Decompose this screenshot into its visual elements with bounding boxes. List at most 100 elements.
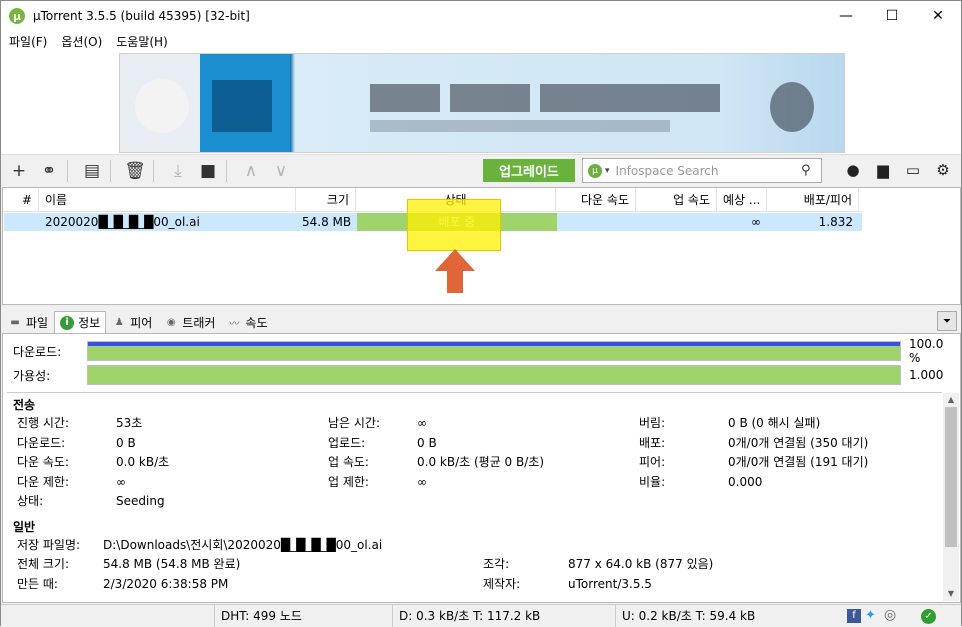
tab-trackers[interactable]: ◉ 트래커 bbox=[158, 311, 221, 333]
downloaded-value: 0 B bbox=[116, 435, 136, 450]
menu-help[interactable]: 도움말(H) bbox=[116, 33, 168, 50]
tab-info[interactable]: i 정보 bbox=[54, 311, 107, 333]
remaining-label: 남은 시간: bbox=[328, 416, 381, 430]
move-down-icon[interactable]: ∨ bbox=[269, 159, 293, 183]
ulspeed-value: 0.0 kB/초 (평균 0 B/초) bbox=[417, 455, 545, 469]
col-number[interactable]: # bbox=[3, 188, 39, 212]
created-label: 만든 때: bbox=[17, 576, 58, 591]
status-label: 상태: bbox=[17, 494, 44, 508]
dlspeed-value: 0.0 kB/초 bbox=[116, 455, 170, 469]
utorrent-logo-icon: µ bbox=[9, 8, 25, 24]
torrent-ratio: 1.832 bbox=[818, 215, 853, 229]
chart-icon: 〰 bbox=[229, 318, 240, 330]
add-torrent-icon[interactable]: + bbox=[7, 159, 31, 183]
creator-value: uTorrent/3.5.5 bbox=[568, 576, 652, 591]
gear-icon[interactable]: ⚙ bbox=[931, 158, 955, 182]
pieces-value: 877 x 64.0 kB (877 있음) bbox=[568, 557, 714, 571]
folder-icon: ▬ bbox=[10, 316, 20, 328]
details-scrollbar[interactable]: ▲ ▼ bbox=[943, 393, 959, 601]
created-value: 2/3/2020 6:38:58 PM bbox=[103, 576, 229, 591]
twitter-icon[interactable]: ✦ bbox=[865, 608, 876, 623]
col-eta[interactable]: 예상 ... bbox=[717, 188, 767, 212]
dht-status: DHT: 499 노드 bbox=[214, 605, 392, 627]
availability-label: 가용성: bbox=[13, 368, 51, 383]
dlspeed-label: 다운 속도: bbox=[17, 455, 70, 469]
menu-bar: 파일(F) 옵션(O) 도움말(H) bbox=[1, 31, 961, 51]
path-value: D:\Downloads\전시회\2020020█_█_█_█00_ol.ai bbox=[103, 537, 383, 552]
menu-file[interactable]: 파일(F) bbox=[9, 33, 47, 50]
tab-files[interactable]: ▬ 파일 bbox=[2, 311, 54, 333]
col-up-speed[interactable]: 업 속도 bbox=[636, 188, 717, 212]
total-size-value: 54.8 MB (54.8 MB 완료) bbox=[103, 557, 241, 571]
highlight-box bbox=[407, 199, 501, 251]
search-input[interactable]: Infospace Search bbox=[616, 164, 801, 178]
dllimit-label: 다운 제한: bbox=[17, 474, 70, 489]
collapse-panel-button[interactable]: ⏷ bbox=[937, 311, 957, 331]
bulb-icon[interactable]: ● bbox=[841, 158, 865, 182]
network-ok-icon: ✓ bbox=[921, 609, 936, 624]
col-name[interactable]: 이름 bbox=[39, 188, 296, 212]
ratio-value: 0.000 bbox=[728, 474, 763, 489]
create-torrent-icon[interactable]: ▤ bbox=[80, 159, 104, 183]
title-bar: µ µTorrent 3.5.5 (build 45395) [32-bit] … bbox=[1, 1, 961, 31]
search-icon[interactable]: ⚲ bbox=[801, 163, 821, 178]
scroll-up-icon[interactable]: ▲ bbox=[943, 393, 959, 407]
torrent-name: 2020020█_█_█_█00_ol.ai bbox=[45, 215, 200, 229]
ulspeed-label: 업 속도: bbox=[328, 455, 369, 469]
download-bar bbox=[87, 341, 901, 361]
menu-options[interactable]: 옵션(O) bbox=[61, 33, 102, 50]
scroll-thumb[interactable] bbox=[945, 407, 957, 547]
app-window: µ µTorrent 3.5.5 (build 45395) [32-bit] … bbox=[0, 0, 962, 627]
availability-value: 1.000 bbox=[909, 368, 944, 382]
creator-label: 제작자: bbox=[483, 576, 521, 591]
search-box[interactable]: µ ▾ Infospace Search ⚲ bbox=[582, 158, 822, 183]
elapsed-value: 53초 bbox=[116, 416, 143, 430]
total-size-label: 전체 크기: bbox=[17, 557, 70, 571]
peers-value: 0개/0개 연결됨 (191 대기) bbox=[728, 455, 869, 469]
chat-icon[interactable]: ▆ bbox=[871, 158, 895, 182]
close-button[interactable]: ✕ bbox=[915, 1, 961, 31]
search-provider-icon[interactable]: µ bbox=[588, 163, 602, 178]
facebook-icon[interactable]: f bbox=[847, 609, 861, 623]
detail-tabs: ▬ 파일 i 정보 ♟ 피어 ◉ 트래커 〰 속도 bbox=[2, 311, 961, 333]
status-value: Seeding bbox=[116, 494, 165, 508]
upgrade-button[interactable]: 업그레이드 bbox=[483, 159, 575, 182]
availability-bar bbox=[87, 365, 901, 385]
download-icon[interactable]: ⤓ bbox=[166, 159, 190, 183]
add-link-icon[interactable]: ⚭ bbox=[37, 159, 61, 183]
details-section: 전송 진행 시간: 53초 남은 시간: ∞ 버림: 0 B (0 해시 실패)… bbox=[7, 392, 942, 600]
transfer-heading: 전송 bbox=[13, 398, 36, 412]
tab-speed[interactable]: 〰 속도 bbox=[221, 311, 273, 333]
wasted-label: 버림: bbox=[639, 416, 666, 430]
col-ratio[interactable]: 배포/피어 bbox=[767, 188, 859, 212]
stop-icon[interactable]: ■ bbox=[196, 159, 220, 183]
uploaded-value: 0 B bbox=[417, 435, 437, 450]
peers-icon: ♟ bbox=[114, 316, 124, 328]
download-progress-row: 다운로드: 100.0 % bbox=[13, 337, 958, 365]
path-label: 저장 파일명: bbox=[17, 537, 81, 552]
tracker-icon: ◉ bbox=[166, 316, 176, 328]
downloaded-label: 다운로드: bbox=[17, 435, 66, 450]
chevron-down-icon[interactable]: ▾ bbox=[605, 166, 610, 176]
ullimit-value: ∞ bbox=[417, 474, 427, 489]
seeds-value: 0개/0개 연결됨 (350 대기) bbox=[728, 435, 869, 450]
remaining-value: ∞ bbox=[417, 416, 427, 430]
download-value: 100.0 % bbox=[909, 337, 944, 365]
pieces-label: 조각: bbox=[483, 557, 510, 571]
window-title: µTorrent 3.5.5 (build 45395) [32-bit] bbox=[33, 9, 250, 23]
dllimit-value: ∞ bbox=[116, 474, 126, 489]
delete-icon[interactable]: 🗑 bbox=[123, 159, 147, 183]
advertisement-banner[interactable] bbox=[119, 53, 845, 153]
col-down-speed[interactable]: 다운 속도 bbox=[556, 188, 636, 212]
torrent-size: 54.8 MB bbox=[302, 215, 352, 229]
wasted-value: 0 B (0 해시 실패) bbox=[728, 416, 821, 430]
minimize-button[interactable]: — bbox=[823, 1, 869, 31]
col-size[interactable]: 크기 bbox=[296, 188, 356, 212]
scroll-down-icon[interactable]: ▼ bbox=[943, 587, 959, 601]
download-status: D: 0.3 kB/초 T: 117.2 kB bbox=[392, 605, 615, 627]
remote-icon[interactable]: ▭ bbox=[901, 158, 925, 182]
move-up-icon[interactable]: ∧ bbox=[239, 159, 263, 183]
maximize-button[interactable]: ☐ bbox=[869, 1, 915, 31]
globe-icon[interactable]: ◎ bbox=[884, 607, 896, 623]
tab-peers[interactable]: ♟ 피어 bbox=[106, 311, 158, 333]
